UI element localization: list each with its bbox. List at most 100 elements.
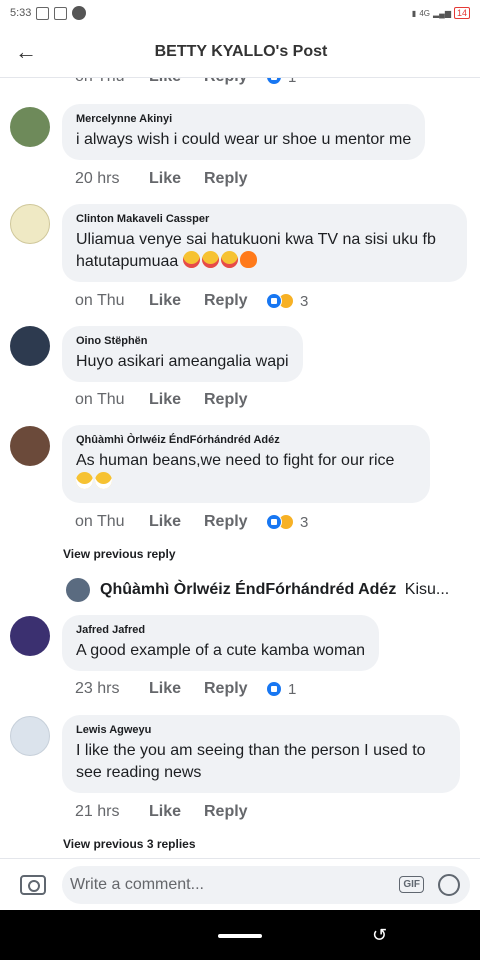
comment-meta: 20 hrs Like Reply bbox=[75, 170, 266, 188]
like-button[interactable]: Like bbox=[149, 292, 204, 310]
avatar[interactable] bbox=[10, 326, 50, 366]
like-button[interactable]: Like bbox=[149, 78, 204, 86]
network-label: 4G bbox=[419, 8, 430, 18]
star-struck-emoji-icon bbox=[182, 251, 200, 268]
comment-text: Uliamua venye sai hatukuoni kwa TV na si… bbox=[76, 229, 453, 273]
comment-composer: Write a comment... GIF bbox=[0, 858, 480, 910]
comment-time: on Thu bbox=[75, 391, 125, 408]
commenter-name[interactable]: Clinton Makaveli Cassper bbox=[76, 213, 453, 225]
view-previous-replies-link[interactable]: View previous 3 replies bbox=[63, 837, 196, 851]
star-struck-emoji-icon bbox=[201, 251, 219, 268]
comment-time: 20 hrs bbox=[75, 170, 120, 187]
signal-icon: ▂▄▆ bbox=[433, 8, 451, 18]
commenter-name[interactable]: Lewis Agweyu bbox=[76, 724, 446, 736]
comment-text: As human beans,we need to fight for our … bbox=[76, 450, 416, 494]
like-button[interactable]: Like bbox=[149, 391, 204, 409]
comment-text: I like the you am seeing than the person… bbox=[76, 742, 426, 781]
comment-meta: 23 hrs Like Reply 1 bbox=[75, 680, 296, 698]
comment-bubble[interactable]: Oino Stëphën Huyo asikari ameangalia wap… bbox=[62, 326, 303, 382]
avatar[interactable] bbox=[10, 616, 50, 656]
notification-dot-icon bbox=[72, 6, 87, 20]
comment-time: on Thu bbox=[75, 78, 149, 86]
battery-level: 14 bbox=[453, 7, 470, 19]
reply-author-name[interactable]: Qhûàmhì Òrlwéiz ÉndFórhándréd Adéz bbox=[100, 581, 396, 598]
like-button[interactable]: Like bbox=[149, 513, 204, 531]
comment-meta: 21 hrs Like Reply bbox=[75, 803, 266, 821]
battery-saver-icon bbox=[54, 6, 68, 20]
gallery-icon bbox=[36, 6, 50, 20]
comment-bubble[interactable]: Qhûàmhì Òrlwéiz ÉndFórhándréd Adéz As hu… bbox=[62, 425, 430, 503]
like-button[interactable]: Like bbox=[149, 803, 204, 821]
reaction-summary[interactable]: 1 bbox=[266, 681, 296, 698]
emoji-picker-icon[interactable] bbox=[438, 873, 460, 896]
comment-bubble[interactable]: Jafred Jafred A good example of a cute k… bbox=[62, 615, 380, 671]
reply-button[interactable]: Reply bbox=[204, 803, 266, 821]
like-reaction-icon bbox=[266, 514, 282, 530]
camera-icon[interactable] bbox=[20, 874, 46, 895]
comment-time: 23 hrs bbox=[75, 680, 120, 697]
comment-time: on Thu bbox=[75, 513, 125, 530]
gif-icon[interactable]: GIF bbox=[399, 876, 424, 893]
page-title: BETTY KYALLO's Post bbox=[154, 42, 328, 60]
comment-bubble[interactable]: Mercelynne Akinyi i always wish i could … bbox=[62, 104, 426, 160]
vibrate-icon: ▮ bbox=[411, 8, 417, 18]
comment-meta: on Thu Like Reply 3 bbox=[75, 292, 308, 310]
commenter-name[interactable]: Mercelynne Akinyi bbox=[76, 113, 411, 125]
avatar[interactable] bbox=[10, 204, 50, 244]
comment-time: 21 hrs bbox=[75, 803, 120, 820]
commenter-name[interactable]: Jafred Jafred bbox=[76, 624, 365, 636]
reply-preview[interactable]: Qhûàmhì Òrlwéiz ÉndFórhándréd Adéz Kisu.… bbox=[66, 578, 449, 602]
back-nav-icon[interactable]: ↺ bbox=[372, 925, 387, 946]
reaction-count: 3 bbox=[300, 292, 309, 310]
fire-emoji-icon bbox=[239, 251, 257, 268]
reaction-count: 1 bbox=[288, 680, 297, 698]
reply-button[interactable]: Reply bbox=[204, 292, 266, 310]
reply-button[interactable]: Reply bbox=[204, 513, 266, 531]
reply-preview-text: Kisu... bbox=[404, 581, 450, 598]
commenter-name[interactable]: Qhûàmhì Òrlwéiz ÉndFórhándréd Adéz bbox=[76, 434, 416, 446]
system-nav-bar: ↺ bbox=[0, 910, 480, 960]
like-reaction-icon bbox=[266, 78, 282, 85]
reply-button[interactable]: Reply bbox=[204, 680, 266, 698]
reply-button[interactable]: Reply bbox=[204, 391, 266, 409]
comment-bubble[interactable]: Clinton Makaveli Cassper Uliamua venye s… bbox=[62, 204, 467, 282]
like-reaction-icon bbox=[266, 293, 282, 309]
comment-text-content: As human beans,we need to fight for our … bbox=[76, 452, 395, 469]
reply-button[interactable]: Reply bbox=[204, 78, 266, 86]
post-header: ← BETTY KYALLO's Post bbox=[0, 26, 480, 78]
reaction-count: 3 bbox=[300, 513, 309, 531]
comment-time: on Thu bbox=[75, 292, 125, 309]
comment-feed[interactable]: on Thu Like Reply 1 Mercelynne Akinyi i … bbox=[0, 78, 480, 858]
home-gesture-bar[interactable] bbox=[218, 934, 262, 938]
reaction-count: 1 bbox=[288, 78, 296, 86]
avatar[interactable] bbox=[66, 578, 90, 602]
reaction-summary[interactable]: 1 bbox=[266, 78, 296, 86]
comment-input-placeholder: Write a comment... bbox=[70, 875, 204, 893]
reaction-summary[interactable]: 3 bbox=[266, 514, 308, 531]
comment-meta: on Thu Like Reply bbox=[75, 391, 266, 409]
commenter-name[interactable]: Oino Stëphën bbox=[76, 335, 289, 347]
comment-text: i always wish i could wear ur shoe u men… bbox=[76, 131, 412, 148]
grimacing-emoji-icon bbox=[76, 472, 93, 489]
reply-preview-content: Qhûàmhì Òrlwéiz ÉndFórhándréd Adéz Kisu.… bbox=[100, 581, 449, 599]
view-previous-reply-link[interactable]: View previous reply bbox=[63, 547, 176, 561]
reaction-summary[interactable]: 3 bbox=[266, 293, 308, 310]
avatar[interactable] bbox=[10, 716, 50, 756]
star-struck-emoji-icon bbox=[220, 251, 238, 268]
reply-button[interactable]: Reply bbox=[204, 170, 266, 188]
comment-meta: on Thu Like Reply 3 bbox=[75, 513, 308, 531]
grimacing-emoji-icon bbox=[95, 472, 112, 489]
comment-text: Huyo asikari ameangalia wapi bbox=[76, 353, 289, 370]
arrow-left-icon[interactable]: ← bbox=[0, 39, 52, 65]
like-button[interactable]: Like bbox=[149, 680, 204, 698]
like-reaction-icon bbox=[266, 681, 282, 697]
avatar[interactable] bbox=[10, 107, 50, 147]
avatar[interactable] bbox=[10, 426, 50, 466]
comment-input[interactable]: Write a comment... GIF bbox=[62, 865, 470, 904]
comment-bubble[interactable]: Lewis Agweyu I like the you am seeing th… bbox=[62, 715, 460, 793]
comment-text: A good example of a cute kamba woman bbox=[76, 642, 366, 659]
status-time: 5:33 bbox=[10, 7, 32, 19]
status-bar: 5:33 ▮ 4G ▂▄▆ 14 bbox=[0, 0, 480, 26]
comment-meta: on Thu Like Reply 1 bbox=[75, 78, 296, 86]
like-button[interactable]: Like bbox=[149, 170, 204, 188]
